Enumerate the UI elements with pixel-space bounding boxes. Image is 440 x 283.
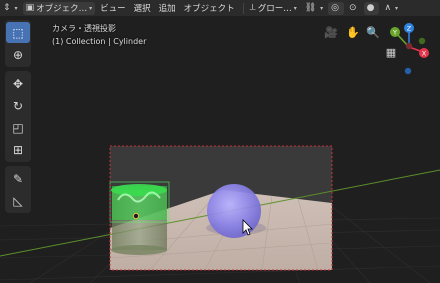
snap-button[interactable]: ⛓ ▾ [302,2,326,15]
shading-solid-button[interactable]: ● [363,1,380,15]
menu-view-label: ビュー [100,4,126,14]
transform-icon: ⊞ [12,142,24,157]
curve-icon: ∧ [384,3,392,13]
hand-icon: ✋ [346,25,360,39]
transform-tool[interactable]: ⊞ [6,139,30,160]
pan-view-button[interactable]: ✋ [345,24,361,40]
measure-tool[interactable]: ◺ [6,190,30,211]
object-mode-icon: ▣ [25,3,35,13]
rotate-tool[interactable]: ↻ [6,95,30,116]
editor-type-selector[interactable]: ⇕ ▾ [0,2,21,15]
move-tool[interactable]: ✥ [6,73,30,94]
tool-group-annotate: ✎ ◺ [5,166,31,213]
scale-icon: ◰ [12,120,24,135]
svg-text:X: X [422,50,427,58]
transform-orientation-selector[interactable]: ⟂ グロー… ▾ [247,2,300,15]
proportional-icon: ◎ [331,3,340,13]
scale-tool[interactable]: ◰ [6,117,30,138]
select-box-tool[interactable]: ⬚ [6,22,30,43]
annotate-icon: ✎ [12,171,24,186]
select-box-icon: ⬚ [12,25,24,40]
tool-group-transform: ✥ ↻ ◰ ⊞ [5,71,31,162]
annotate-tool[interactable]: ✎ [6,168,30,189]
move-icon: ✥ [12,76,24,91]
zoom-icon: 🔍 [366,25,380,39]
gizmo-neg-x[interactable] [405,42,413,50]
proportional-edit-button[interactable]: ◎ [328,1,345,15]
tool-shelf: ⬚ ⊕ ✥ ↻ ◰ ⊞ ✎ ◺ [5,20,31,217]
shading-extra-button[interactable]: ∧ ▾ [381,2,401,15]
orientation-label: グロー… [257,4,292,14]
viewport-info: カメラ・透視投影 (1) Collection | Cylinder [52,22,146,48]
cylinder-object[interactable] [109,181,170,255]
menu-view[interactable]: ビュー [97,2,129,15]
snap-icon: ⛓ [304,3,317,13]
navigation-gizmo[interactable]: Z Y X [383,19,439,79]
menu-add[interactable]: 追加 [156,2,179,15]
gizmo-neg-z[interactable] [404,67,412,75]
view-type-text: カメラ・透視投影 [52,24,116,33]
viewport-header: ⇕ ▾ ▣ オブジェク… ▾ ビュー 選択 追加 オブジェクト ⟂ グロー… ▾ ⛓ ▾… [0,0,440,16]
collection-object-text: (1) Collection | Cylinder [52,37,147,46]
measure-icon: ◺ [13,193,23,208]
menu-select-label: 選択 [133,4,151,14]
menu-object[interactable]: オブジェクト [181,2,238,15]
svg-text:Y: Y [392,29,397,37]
shading-solid-icon: ● [366,3,375,13]
viewport-transform-icon: ⟂ [249,3,256,13]
gizmo-neg-y[interactable] [418,37,426,45]
mode-selector[interactable]: ▣ オブジェク… ▾ [22,1,96,15]
tool-group-select: ⬚ ⊕ [5,20,31,67]
cursor-icon: ⊕ [12,47,24,62]
svg-text:Z: Z [407,25,412,33]
menu-select[interactable]: 選択 [131,2,154,15]
header-separator [242,2,244,14]
camera-view-button[interactable]: 🎥 [323,24,339,40]
editor-type-icon: ⇕ [3,3,11,13]
zoom-view-button[interactable]: 🔍 [365,24,381,40]
cursor-tool[interactable]: ⊕ [6,44,30,65]
menu-object-label: オブジェクト [183,4,235,14]
blender-3d-viewport-window: ⇕ ▾ ▣ オブジェク… ▾ ビュー 選択 追加 オブジェクト ⟂ グロー… ▾ ⛓ ▾… [0,0,440,283]
camera-icon: 🎥 [324,25,338,39]
overlay-button[interactable]: ⊙ [346,2,362,15]
overlay-icon: ⊙ [349,3,357,13]
rotate-icon: ↻ [12,98,24,113]
mode-label: オブジェク… [36,4,88,14]
menu-add-label: 追加 [158,4,176,14]
